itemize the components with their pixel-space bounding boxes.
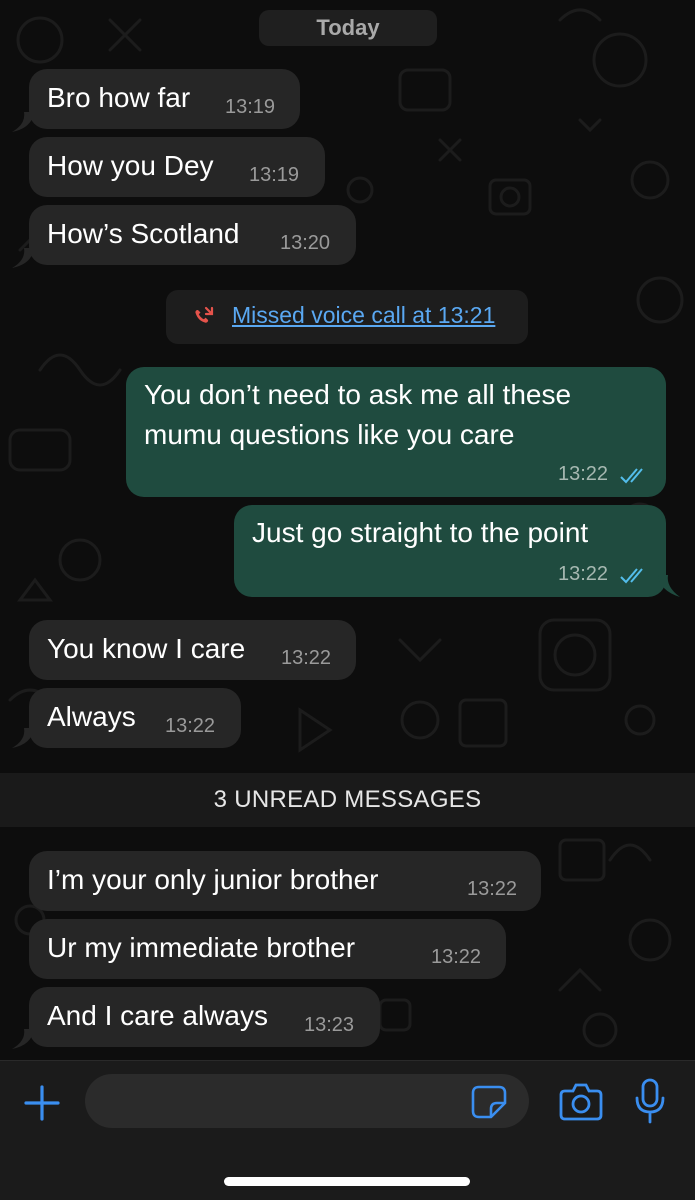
read-receipt-icon xyxy=(620,568,643,584)
missed-call-icon xyxy=(195,306,214,323)
message-time: 13:22 xyxy=(467,878,518,900)
message-bubble-incoming[interactable]: Always 13:22 xyxy=(29,688,241,748)
message-text: And I care always xyxy=(47,1000,268,1031)
message-bubble-incoming[interactable]: How you Dey 13:19 xyxy=(29,137,325,197)
message-bubble-incoming[interactable]: How’s Scotland 13:20 xyxy=(29,205,356,265)
message-bubble-incoming[interactable]: You know I care 13:22 xyxy=(29,620,356,680)
sticker-icon[interactable] xyxy=(471,1085,507,1119)
date-separator: Today xyxy=(259,10,437,46)
camera-icon[interactable] xyxy=(559,1081,603,1121)
plus-icon[interactable] xyxy=(22,1083,62,1123)
message-text: You don’t need to ask me all these mumu … xyxy=(144,379,572,450)
message-bubble-incoming[interactable]: And I care always 13:23 xyxy=(29,987,380,1047)
microphone-icon[interactable] xyxy=(634,1078,666,1124)
read-receipt-icon xyxy=(620,468,643,484)
message-text: Bro how far xyxy=(47,82,191,113)
message-bubble-incoming[interactable]: I’m your only junior brother 13:22 xyxy=(29,851,541,911)
message-bubble-outgoing[interactable]: Just go straight to the point 13:22 xyxy=(234,505,666,597)
missed-call-link[interactable]: Missed voice call at 13:21 xyxy=(232,302,495,329)
message-text: Ur my immediate brother xyxy=(47,932,356,963)
message-time: 13:22 xyxy=(431,946,482,968)
message-time: 13:19 xyxy=(249,164,300,186)
message-input[interactable] xyxy=(85,1074,529,1128)
message-time: 13:20 xyxy=(280,232,331,254)
message-time: 13:19 xyxy=(225,96,276,118)
message-time: 13:22 xyxy=(558,563,609,585)
message-bubble-incoming[interactable]: Ur my immediate brother 13:22 xyxy=(29,919,506,979)
message-text: You know I care xyxy=(47,633,246,664)
chat-area[interactable]: Today Bro how far 13:19 How you Dey 13:1… xyxy=(0,0,695,1060)
message-time: 13:22 xyxy=(281,647,332,669)
home-indicator xyxy=(224,1177,470,1186)
message-text: I’m your only junior brother xyxy=(47,864,379,895)
bubble-tail xyxy=(658,575,680,597)
missed-call-notice[interactable]: Missed voice call at 13:21 xyxy=(166,290,528,344)
message-text: Just go straight to the point xyxy=(252,517,589,548)
message-time: 13:23 xyxy=(304,1014,355,1036)
message-bubble-outgoing[interactable]: You don’t need to ask me all these mumu … xyxy=(126,367,666,497)
message-text: Always xyxy=(47,701,136,732)
message-text: How you Dey xyxy=(47,150,214,181)
message-bubble-incoming[interactable]: Bro how far 13:19 xyxy=(29,69,300,129)
message-time: 13:22 xyxy=(165,715,216,737)
message-time: 13:22 xyxy=(558,463,609,485)
message-text: How’s Scotland xyxy=(47,218,240,249)
unread-messages-banner: 3 UNREAD MESSAGES xyxy=(0,773,695,827)
